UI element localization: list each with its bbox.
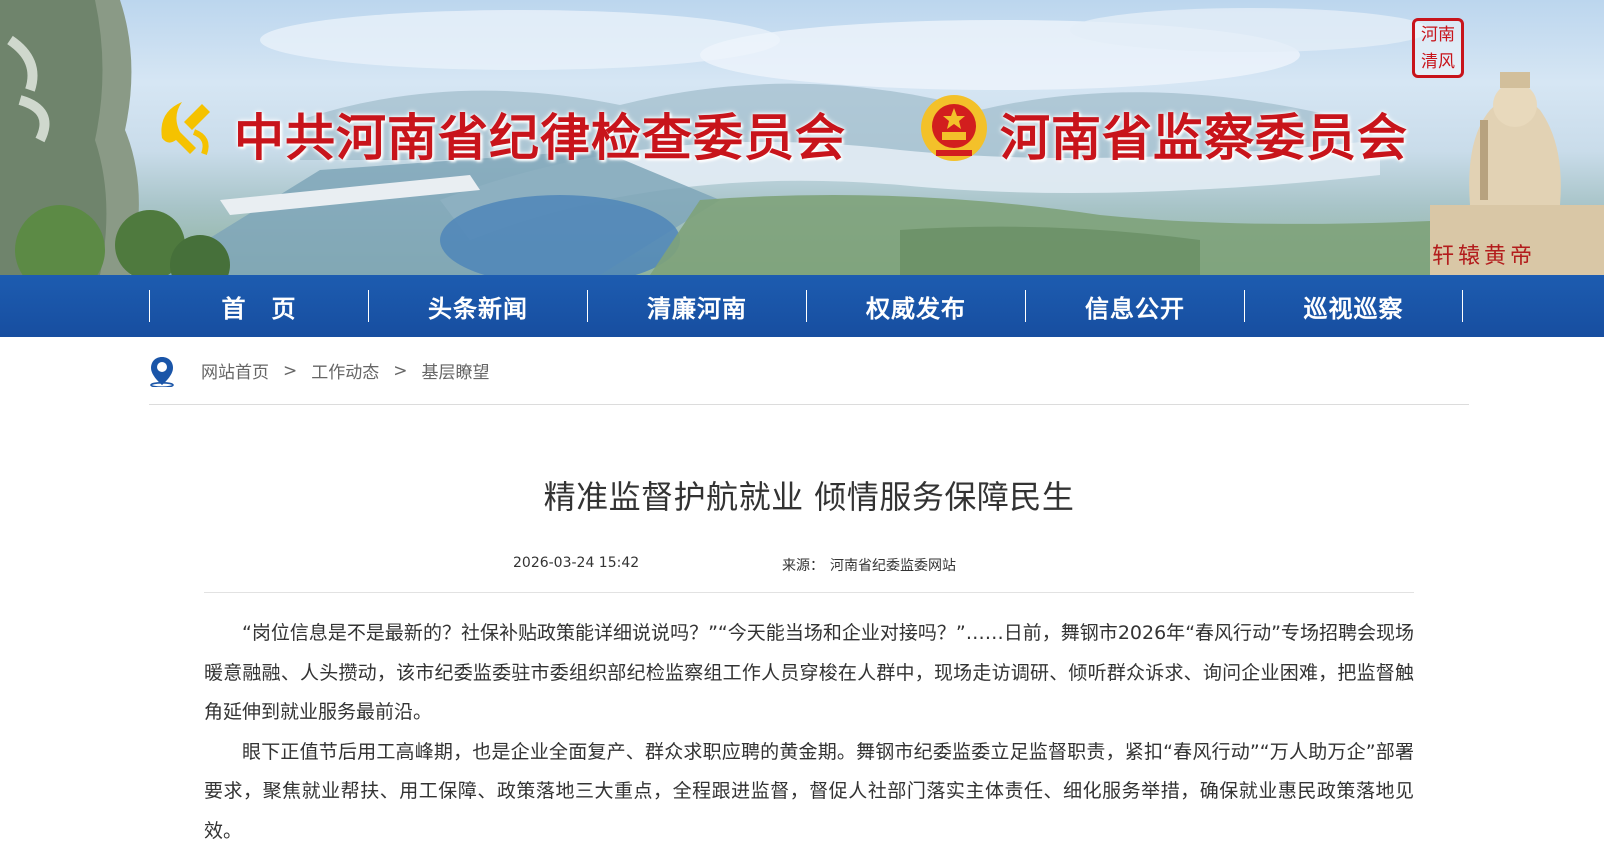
- article-body: “岗位信息是不是最新的？社保补贴政策能详细说说吗？”“今天能当场和企业对接吗？”…: [204, 614, 1414, 851]
- national-emblem-icon: [921, 95, 987, 161]
- statue-caption: 轩辕黄帝: [1432, 244, 1537, 269]
- nav-item-information-disclosure[interactable]: 信息公开: [1025, 290, 1244, 323]
- article-paragraph: “岗位信息是不是最新的？社保补贴政策能详细说说吗？”“今天能当场和企业对接吗？”…: [204, 622, 1414, 723]
- breadcrumb: 网站首页 > 工作动态 > 基层瞭望: [149, 337, 1469, 405]
- breadcrumb-link-home[interactable]: 网站首页: [201, 358, 269, 383]
- nav-item-inspection[interactable]: 巡视巡察: [1244, 290, 1463, 323]
- article-meta: 2026-03-24 15:42 来源： 河南省纪委监委网站: [204, 555, 1414, 577]
- party-emblem-icon: [161, 102, 210, 156]
- breadcrumb-link-grassroots[interactable]: 基层瞭望: [422, 358, 490, 383]
- org-title-supervision-commission: 河南省监察委员会: [1000, 108, 1408, 167]
- nav-item-authoritative-release[interactable]: 权威发布: [806, 290, 1025, 323]
- main-nav: 首 页 头条新闻 清廉河南 权威发布 信息公开 巡视巡察: [0, 275, 1604, 337]
- breadcrumb-separator: >: [283, 360, 298, 381]
- nav-item-headlines[interactable]: 头条新闻: [368, 290, 587, 323]
- article: 精准监督护航就业 倾情服务保障民生 2026-03-24 15:42 来源： 河南…: [204, 472, 1414, 851]
- article-title: 精准监督护航就业 倾情服务保障民生: [543, 478, 1075, 516]
- breadcrumb-separator: >: [393, 360, 408, 381]
- org-title-discipline-commission: 中共河南省纪律检查委员会: [234, 108, 846, 167]
- publish-date: 2026-03-24 15:42: [513, 555, 640, 571]
- location-pin-icon: [150, 356, 174, 387]
- nav-item-home[interactable]: 首 页: [149, 290, 368, 323]
- nav-item-clean-henan[interactable]: 清廉河南: [587, 290, 806, 323]
- seal-stamp: 河南清风: [1412, 18, 1464, 78]
- article-source: 来源： 河南省纪委监委网站: [782, 555, 956, 575]
- breadcrumb-link-work-news[interactable]: 工作动态: [311, 358, 379, 383]
- article-paragraph: 眼下正值节后用工高峰期，也是企业全面复产、群众求职应聘的黄金期。舞钢市纪委监委立…: [204, 740, 1414, 842]
- title-divider: [204, 592, 1414, 593]
- source-label: 来源：: [782, 558, 824, 574]
- source-value: 河南省纪委监委网站: [830, 558, 956, 574]
- header-banner: 中共河南省纪律检查委员会 河南省监察委员会 河南清风 轩辕黄帝: [0, 0, 1604, 275]
